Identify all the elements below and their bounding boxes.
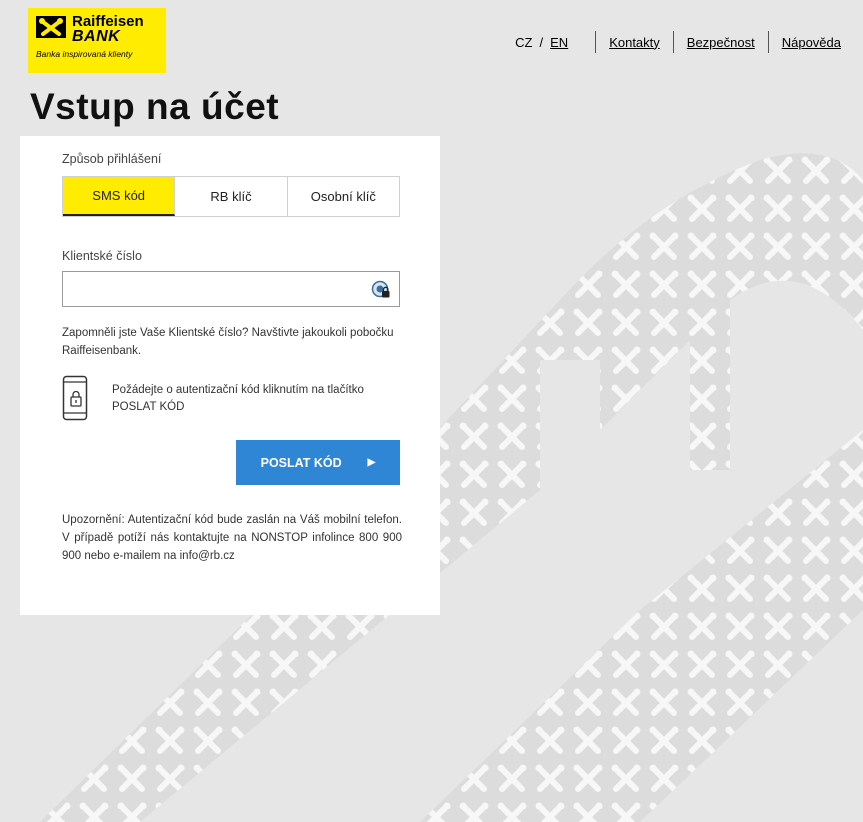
- client-number-input[interactable]: [67, 273, 361, 307]
- forgot-client-number-hint: Zapomněli jste Vaše Klientské číslo? Nav…: [62, 327, 394, 357]
- security-link[interactable]: Bezpečnost: [687, 35, 755, 50]
- nav-divider: [595, 31, 597, 53]
- login-method-label: Způsob přihlášení: [62, 152, 162, 166]
- phone-lock-icon: [62, 375, 88, 421]
- help-link[interactable]: Nápověda: [782, 35, 841, 50]
- sms-code-instructions: Požádejte o autentizační kód kliknutím n…: [112, 384, 364, 413]
- language-switch: CZ / EN: [515, 35, 582, 50]
- tab-personal-key[interactable]: Osobní klíč: [287, 177, 399, 216]
- password-manager-icon[interactable]: [371, 280, 391, 300]
- brand-tagline: Banka inspirovaná klienty: [36, 49, 133, 59]
- client-number-field: [62, 271, 400, 307]
- login-method-tabs: SMS kód RB klíč Osobní klíč: [62, 176, 400, 217]
- nav-divider: [767, 31, 769, 53]
- tab-sms-code[interactable]: SMS kód: [63, 177, 176, 216]
- send-code-button[interactable]: POSLAT KÓD ▶: [236, 440, 400, 485]
- lang-cz[interactable]: CZ: [515, 35, 532, 50]
- page-title: Vstup na účet: [30, 86, 280, 127]
- brand-logo[interactable]: Raiffeisen BANK Banka inspirovaná klient…: [28, 8, 166, 73]
- login-card: Způsob přihlášení SMS kód RB klíč Osobní…: [20, 136, 440, 615]
- brand-name-line2: BANK: [72, 28, 121, 45]
- lang-separator: /: [539, 34, 544, 50]
- brand-name-line1: Raiffeisen: [72, 13, 144, 30]
- contacts-link[interactable]: Kontakty: [609, 35, 660, 50]
- lang-en-link[interactable]: EN: [550, 35, 568, 50]
- sms-notice: Upozornění: Autentizační kód bude zaslán…: [62, 514, 402, 562]
- raiffeisen-logo-icon: [36, 16, 66, 38]
- brand-name: Raiffeisen BANK: [72, 13, 144, 45]
- send-code-button-label: POSLAT KÓD: [260, 455, 342, 470]
- top-navigation: CZ / EN Kontakty Bezpečnost Nápověda: [515, 31, 841, 53]
- client-number-label: Klientské číslo: [62, 249, 142, 263]
- nav-divider: [672, 31, 674, 53]
- chevron-right-icon: ▶: [367, 457, 376, 468]
- tab-rb-key[interactable]: RB klíč: [175, 177, 288, 216]
